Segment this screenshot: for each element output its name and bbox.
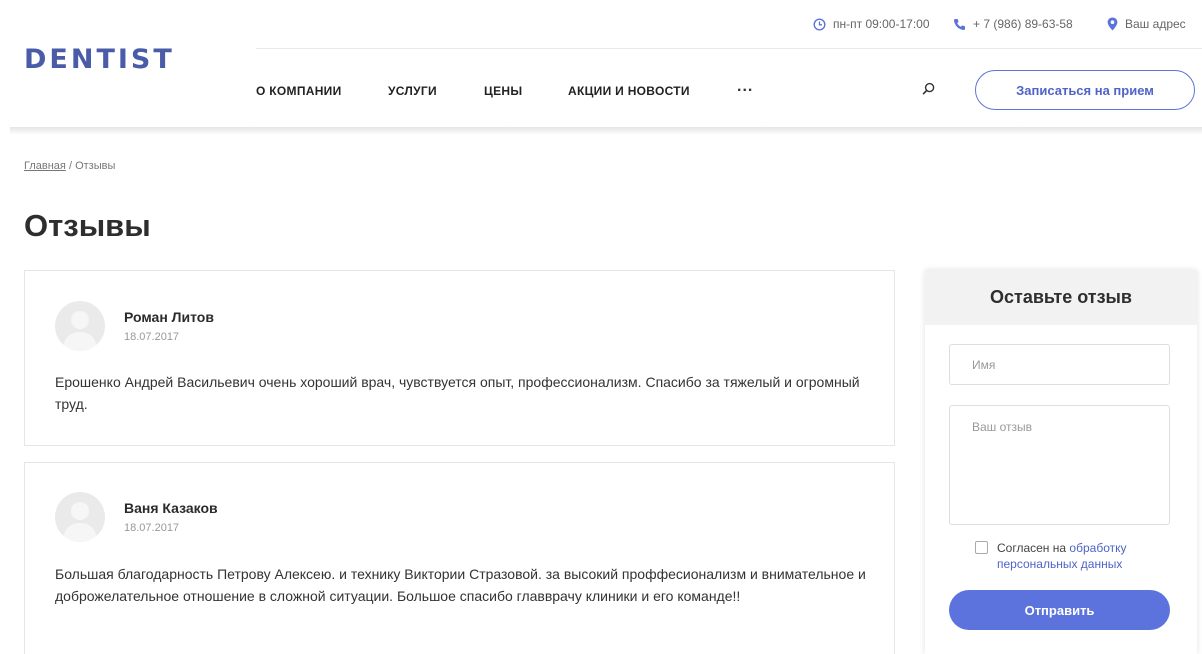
breadcrumb-home-link[interactable]: Главная (24, 160, 66, 172)
form-title: Оставьте отзыв (925, 270, 1197, 325)
review-text: Большая благодарность Петрову Алексею. и… (55, 566, 866, 604)
address-link[interactable]: Ваш адрес (1107, 17, 1186, 31)
working-hours: пн-пт 09:00-17:00 (813, 17, 930, 31)
breadcrumb: Главная / Отзывы (24, 160, 115, 172)
consent-text: Согласен на обработку персональных данны… (997, 540, 1187, 572)
user-avatar-icon (55, 492, 105, 542)
header-shadow (10, 127, 1202, 135)
book-appointment-button[interactable]: Записаться на прием (975, 70, 1195, 110)
consent-checkbox[interactable] (975, 541, 988, 554)
user-avatar-icon (55, 301, 105, 351)
clock-icon (813, 17, 826, 31)
name-input[interactable]: Имя (949, 344, 1170, 385)
review-date: 18.07.2017 (124, 331, 180, 343)
breadcrumb-current: Отзывы (75, 160, 116, 172)
phone-icon (953, 18, 966, 31)
review-card: Роман Литов 18.07.2017 Ерошенко Андрей В… (24, 270, 895, 446)
reviewer-name: Роман Литов (124, 309, 214, 325)
phone-text: + 7 (986) 89-63-58 (973, 17, 1073, 31)
nav-item-prices[interactable]: ЦЕНЫ (484, 84, 522, 98)
nav-item-services[interactable]: УСЛУГИ (388, 84, 437, 98)
review-text: Ерошенко Андрей Васильевич очень хороший… (55, 374, 860, 412)
working-hours-text: пн-пт 09:00-17:00 (833, 17, 930, 31)
nav-item-news[interactable]: АКЦИИ И НОВОСТИ (568, 84, 690, 98)
phone-number[interactable]: + 7 (986) 89-63-58 (953, 17, 1073, 31)
page-title: Отзывы (24, 208, 151, 243)
address-text: Ваш адрес (1125, 17, 1186, 31)
review-date: 18.07.2017 (124, 522, 180, 534)
submit-button[interactable]: Отправить (949, 590, 1170, 630)
location-pin-icon (1107, 17, 1118, 31)
top-info-bar: пн-пт 09:00-17:00 + 7 (986) 89-63-58 Ваш… (256, 0, 1202, 49)
nav-more-button[interactable]: ... (737, 78, 753, 96)
nav-item-about[interactable]: О КОМПАНИИ (256, 84, 342, 98)
site-header: DENTIST пн-пт 09:00-17:00 + 7 (986) 89-6… (0, 0, 1202, 128)
review-card: Ваня Казаков 18.07.2017 Большая благодар… (24, 462, 895, 654)
review-textarea[interactable]: Ваш отзыв (949, 405, 1170, 525)
reviewer-name: Ваня Казаков (124, 500, 218, 516)
search-icon[interactable] (922, 82, 936, 101)
consent-prefix: Согласен на (997, 541, 1067, 555)
review-form: Оставьте отзыв Имя Ваш отзыв Согласен на… (925, 270, 1197, 654)
site-logo[interactable]: DENTIST (24, 44, 175, 75)
